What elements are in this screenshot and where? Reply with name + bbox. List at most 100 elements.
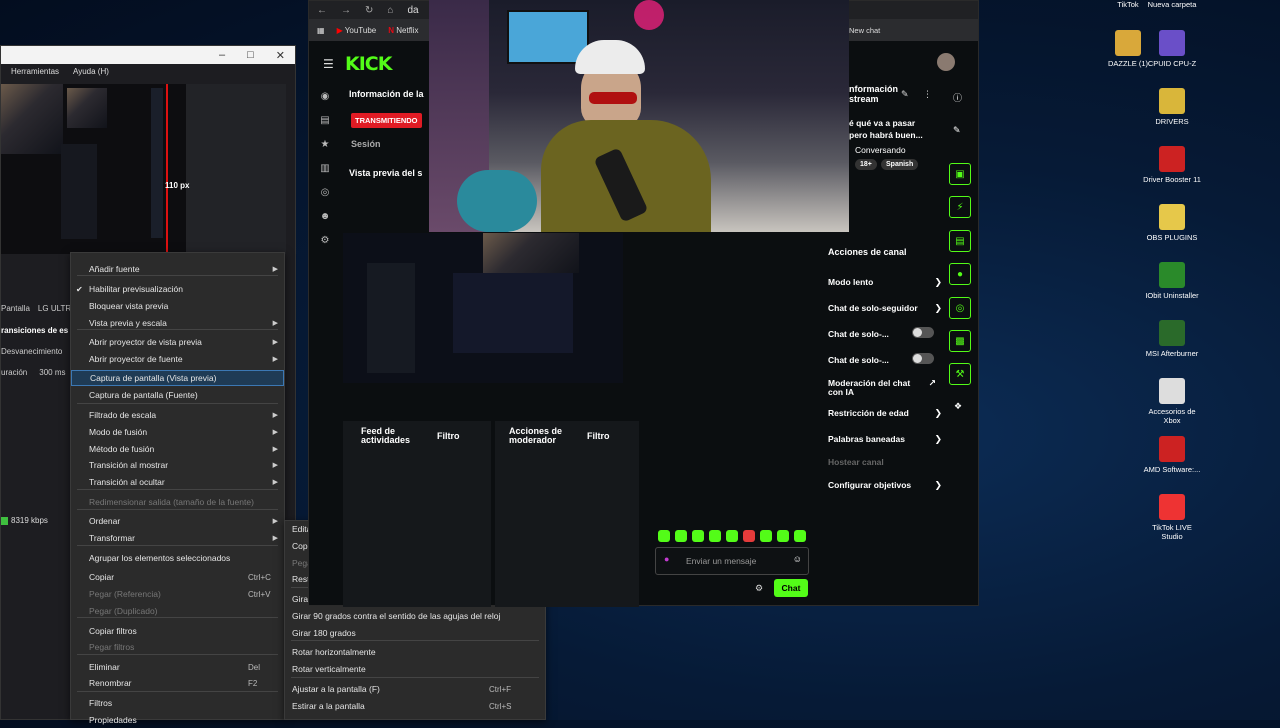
more-icon[interactable]: ⋮ <box>923 89 932 100</box>
context-menu-item-metodo-de-fusion[interactable]: Método de fusión ▶ <box>71 441 284 457</box>
edit-icon[interactable]: ✎ <box>901 89 909 100</box>
context-menu-item-anadir-fuente[interactable]: Añadir fuente ▶ <box>71 261 284 277</box>
desktop-icon-amd-software[interactable]: AMD Software:... <box>1142 436 1202 474</box>
context-menu-item-vista-previa-y-escala[interactable]: Vista previa y escala ▶ <box>71 315 284 331</box>
wrench-icon[interactable]: ⚒ <box>949 363 971 385</box>
analytics-icon[interactable]: ▥ <box>317 163 333 179</box>
desktop-icon-cpuid-cpu-z[interactable]: CPUID CPU-Z <box>1142 30 1202 68</box>
kick-logo[interactable]: KICK <box>345 53 392 75</box>
maximize-icon[interactable]: □ <box>247 49 254 61</box>
obs-preview[interactable] <box>1 84 286 254</box>
lightning-icon[interactable]: ⚡ <box>949 196 971 218</box>
transform-item-girar-180-grados[interactable]: Girar 180 grados <box>285 625 545 641</box>
context-menu-item-ordenar[interactable]: Ordenar ▶ <box>71 513 284 529</box>
back-icon[interactable]: ← <box>317 5 327 16</box>
toggle-switch[interactable] <box>912 327 934 338</box>
context-menu-item-abrir-proyector-de-fuente[interactable]: Abrir proyector de fuente ▶ <box>71 351 284 367</box>
context-menu-item-agrupar-los-elementos-seleccionados[interactable]: Agrupar los elementos seleccionados <box>71 550 284 566</box>
puzzle-icon[interactable]: ❖ <box>954 401 962 412</box>
emote-icon[interactable] <box>692 530 704 542</box>
context-menu-item-captura-de-pantalla-vista-previa[interactable]: Captura de pantalla (Vista previa) <box>71 370 284 386</box>
context-menu-item-captura-de-pantalla-fuente[interactable]: Captura de pantalla (Fuente) <box>71 387 284 403</box>
transform-item-rotar-horizontalmente[interactable]: Rotar horizontalmente <box>285 644 545 660</box>
context-menu-item-copiar[interactable]: Copiar Ctrl+C <box>71 569 284 585</box>
context-menu-item-modo-de-fusion[interactable]: Modo de fusión ▶ <box>71 424 284 440</box>
desktop-icon-nueva-carpeta[interactable]: Nueva carpeta <box>1142 0 1202 9</box>
menu-herramientas[interactable]: Herramientas <box>11 67 59 76</box>
context-menu-item-renombrar[interactable]: Renombrar F2 <box>71 675 284 691</box>
context-menu-item-transicion-al-mostrar[interactable]: Transición al mostrar ▶ <box>71 457 284 473</box>
emote-icon[interactable] <box>658 530 670 542</box>
reload-icon[interactable]: ↻ <box>365 5 373 16</box>
bookmark-netflix[interactable]: N Netflix <box>388 26 418 35</box>
emote-icon[interactable] <box>777 530 789 542</box>
home-icon[interactable]: ⌂ <box>387 5 393 16</box>
transform-item-estirar-a-la-pantalla[interactable]: Estirar a la pantalla Ctrl+S <box>285 698 545 714</box>
context-menu-item-copiar-filtros[interactable]: Copiar filtros <box>71 623 284 639</box>
transform-item-ajustar-a-la-pantalla-f[interactable]: Ajustar a la pantalla (F) Ctrl+F <box>285 681 545 697</box>
emote-icon[interactable] <box>726 530 738 542</box>
address-bar[interactable]: da <box>407 5 418 16</box>
bookmark-youtube[interactable]: ▶ YouTube <box>337 26 377 35</box>
clip-icon[interactable]: ▣ <box>949 163 971 185</box>
context-menu-item-abrir-proyector-de-vista-previa[interactable]: Abrir proyector de vista previa ▶ <box>71 334 284 350</box>
stream-preview[interactable] <box>343 233 623 383</box>
bookmark-new-chat[interactable]: New chat <box>849 26 880 35</box>
chat-input[interactable]: ● Enviar un mensaje ☺ <box>655 547 809 575</box>
live-icon[interactable]: ◉ <box>317 91 333 107</box>
emote-icon[interactable] <box>794 530 806 542</box>
broadcast-icon[interactable]: ◎ <box>949 297 971 319</box>
chat-send-button[interactable]: Chat <box>774 579 808 597</box>
emoji-icon[interactable]: ☺ <box>793 554 802 564</box>
scene-tab-pantalla[interactable]: Pantalla <box>1 304 30 313</box>
channel-action-configurar-objetivos-8[interactable]: Configurar objetivos ❯ <box>828 480 942 490</box>
channel-action-palabras-baneadas-6[interactable]: Palabras baneadas ❯ <box>828 434 942 444</box>
channel-action-chat-de-solo-seguidor-1[interactable]: Chat de solo-seguidor ❯ <box>828 303 942 313</box>
transition-select[interactable]: Desvanecimiento <box>1 347 62 356</box>
microphone-icon[interactable]: ● <box>664 554 669 564</box>
minimize-icon[interactable]: – <box>219 49 225 61</box>
channel-action-chat-de-solo-2[interactable]: Chat de solo-... <box>828 327 938 339</box>
forward-icon[interactable]: → <box>341 5 351 16</box>
trophy-icon[interactable]: ★ <box>317 139 333 155</box>
context-menu-item-filtrado-de-escala[interactable]: Filtrado de escala ▶ <box>71 407 284 423</box>
context-menu-item-transicion-al-ocultar[interactable]: Transición al ocultar ▶ <box>71 474 284 490</box>
emote-icon[interactable] <box>743 530 755 542</box>
context-menu-item-bloquear-vista-previa[interactable]: Bloquear vista previa <box>71 298 284 314</box>
duration-value[interactable]: 300 ms <box>39 368 65 377</box>
transform-item-rotar-verticalmente[interactable]: Rotar verticalmente <box>285 661 545 677</box>
pencil-icon[interactable]: ✎ <box>953 125 961 136</box>
context-menu-item-transformar[interactable]: Transformar ▶ <box>71 530 284 546</box>
printer-icon[interactable]: ▩ <box>949 330 971 352</box>
menu-ayuda[interactable]: Ayuda (H) <box>73 67 109 76</box>
context-menu-item-eliminar[interactable]: Eliminar Del <box>71 659 284 675</box>
channel-action-restriccion-de-edad-5[interactable]: Restricción de edad ❯ <box>828 408 942 418</box>
community-icon[interactable]: ◎ <box>317 187 333 203</box>
channel-action-moderacion-del-chat-con-ia-4[interactable]: Moderación del chat con IA ↗ <box>828 379 936 397</box>
context-menu-item-propiedades[interactable]: Propiedades <box>71 712 284 728</box>
chat-bubble-icon[interactable]: ● <box>949 263 971 285</box>
activity-filter-button[interactable]: Filtro <box>437 431 460 441</box>
desktop-icon-iobit-uninstaller[interactable]: IObit Uninstaller <box>1142 262 1202 300</box>
info-icon[interactable]: ⓘ <box>953 91 962 104</box>
context-menu-item-filtros[interactable]: Filtros <box>71 695 284 711</box>
close-icon[interactable]: ✕ <box>276 49 285 62</box>
apps-icon[interactable]: ▦ <box>317 26 325 35</box>
emote-icon[interactable] <box>709 530 721 542</box>
users-icon[interactable]: ☻ <box>317 211 333 227</box>
toggle-switch[interactable] <box>912 353 934 364</box>
channel-action-chat-de-solo-3[interactable]: Chat de solo-... <box>828 353 938 365</box>
desktop-icon-msi-afterburner[interactable]: MSI Afterburner <box>1142 320 1202 358</box>
hamburger-icon[interactable]: ☰ <box>323 57 334 71</box>
dashboard-icon[interactable]: ▤ <box>317 115 333 131</box>
mod-filter-button[interactable]: Filtro <box>587 431 610 441</box>
desktop-icon-drivers[interactable]: DRIVERS <box>1142 88 1202 126</box>
chat-settings-icon[interactable]: ⚙ <box>755 583 763 594</box>
document-icon[interactable]: ▤ <box>949 230 971 252</box>
settings-icon[interactable]: ⚙ <box>317 235 333 251</box>
scene-tab-lg[interactable]: LG ULTR <box>38 304 71 313</box>
channel-action-modo-lento-0[interactable]: Modo lento ❯ <box>828 277 942 287</box>
desktop-icon-driver-booster-11[interactable]: Driver Booster 11 <box>1142 146 1202 184</box>
desktop-icon-obs-plugins[interactable]: OBS PLUGINS <box>1142 204 1202 242</box>
desktop-icon-tiktok-live-studio[interactable]: TikTok LIVE Studio <box>1142 494 1202 541</box>
